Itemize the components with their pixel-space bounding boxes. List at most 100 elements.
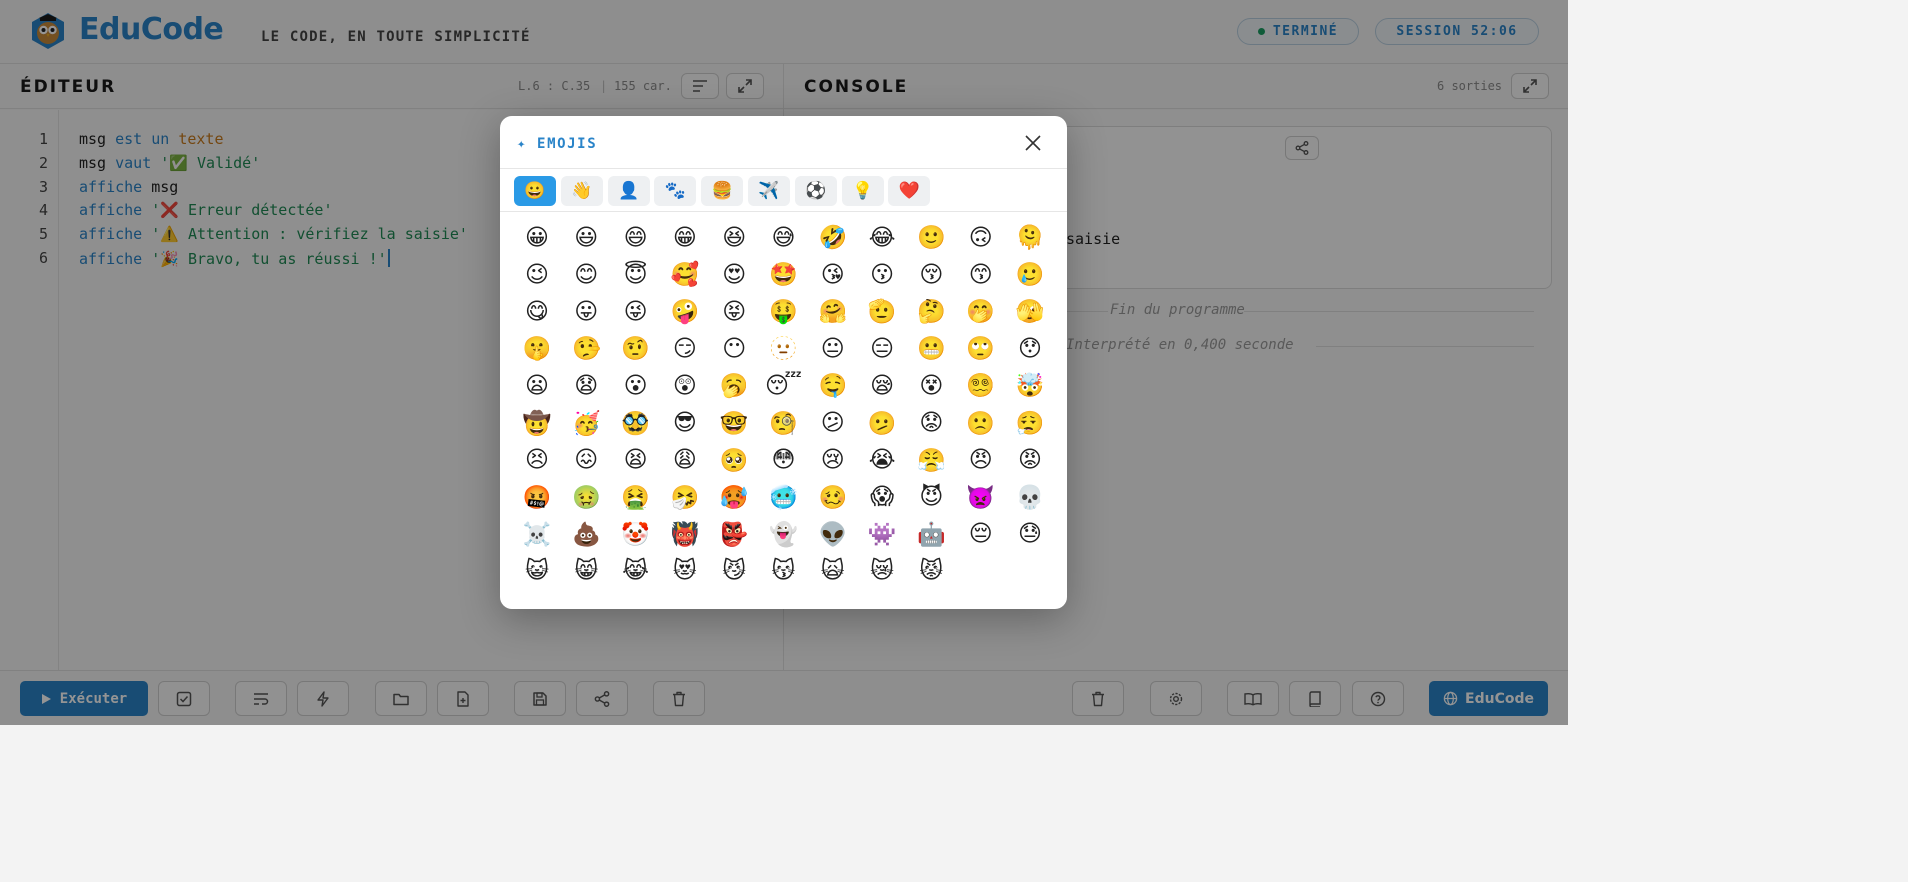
emoji-option[interactable]: 😠 (959, 442, 1003, 479)
emoji-option[interactable]: 😵‍💫 (959, 367, 1003, 404)
emoji-option[interactable]: 🙁 (959, 405, 1003, 442)
emoji-option[interactable]: 🤡 (614, 516, 658, 553)
emoji-option[interactable]: 😤 (909, 442, 953, 479)
emoji-category-tab[interactable]: 😀 (514, 176, 556, 206)
emoji-category-tab[interactable]: 🐾 (654, 176, 697, 206)
emoji-option[interactable]: 🥴 (811, 479, 855, 516)
emoji-option[interactable]: 😶 (712, 330, 756, 367)
emoji-option[interactable]: 😧 (564, 367, 608, 404)
close-icon[interactable] (1022, 132, 1044, 154)
emoji-option[interactable]: 😾 (909, 553, 953, 590)
emoji-option[interactable]: 🙃 (959, 219, 1003, 256)
emoji-option[interactable]: 🧐 (762, 405, 806, 442)
emoji-option[interactable]: 😕 (811, 405, 855, 442)
emoji-option[interactable]: 😅 (762, 219, 806, 256)
emoji-option[interactable]: 🥰 (663, 256, 707, 293)
emoji-category-tab[interactable]: ❤️ (888, 176, 931, 206)
emoji-category-tab[interactable]: 👤 (607, 176, 650, 206)
emoji-option[interactable]: 🤤 (811, 367, 855, 404)
emoji-option[interactable]: 😩 (663, 442, 707, 479)
emoji-option[interactable]: 😺 (515, 553, 559, 590)
emoji-category-tab[interactable]: 👋 (560, 176, 603, 206)
emoji-option[interactable]: 😏 (663, 330, 707, 367)
emoji-option[interactable]: 😃 (564, 219, 608, 256)
emoji-option[interactable]: 🫥 (762, 330, 806, 367)
emoji-option[interactable]: 👽 (811, 516, 855, 553)
emoji-option[interactable]: 🥵 (712, 479, 756, 516)
emoji-option[interactable]: 👿 (959, 479, 1003, 516)
emoji-option[interactable]: 😮 (614, 367, 658, 404)
emoji-option[interactable]: 😭 (860, 442, 904, 479)
emoji-option[interactable]: 😿 (860, 553, 904, 590)
emoji-option[interactable]: 😳 (762, 442, 806, 479)
emoji-option[interactable]: 😀 (515, 219, 559, 256)
emoji-option[interactable]: 😝 (712, 293, 756, 330)
emoji-option[interactable]: 😛 (564, 293, 608, 330)
emoji-option[interactable]: 😘 (811, 256, 855, 293)
emoji-option[interactable]: 👻 (762, 516, 806, 553)
emoji-option[interactable]: 🤧 (663, 479, 707, 516)
emoji-option[interactable]: 🥸 (614, 405, 658, 442)
emoji-option[interactable]: 😄 (614, 219, 658, 256)
emoji-option[interactable]: 😐 (811, 330, 855, 367)
emoji-option[interactable]: 👹 (663, 516, 707, 553)
emoji-category-tab[interactable]: ⚽ (794, 176, 837, 206)
emoji-option[interactable]: 😂 (860, 219, 904, 256)
emoji-option[interactable]: 😫 (614, 442, 658, 479)
emoji-option[interactable]: 🤫 (515, 330, 559, 367)
emoji-option[interactable]: 😪 (860, 367, 904, 404)
emoji-category-tab[interactable]: ✈️ (748, 176, 790, 206)
emoji-option[interactable]: 😴 (762, 367, 806, 404)
emoji-option[interactable]: 🤭 (959, 293, 1003, 330)
emoji-option[interactable]: 😋 (515, 293, 559, 330)
emoji-option[interactable]: 🙀 (811, 553, 855, 590)
emoji-option[interactable]: 🤠 (515, 405, 559, 442)
emoji-option[interactable]: 🥳 (564, 405, 608, 442)
emoji-option[interactable]: 😖 (564, 442, 608, 479)
emoji-option[interactable]: 🤑 (762, 293, 806, 330)
emoji-option[interactable]: 🫣 (1008, 293, 1052, 330)
emoji-option[interactable]: 😡 (1008, 442, 1052, 479)
emoji-option[interactable]: 😁 (663, 219, 707, 256)
emoji-option[interactable]: 😹 (614, 553, 658, 590)
emoji-option[interactable]: 😚 (909, 256, 953, 293)
emoji-option[interactable]: 🤓 (712, 405, 756, 442)
emoji-option[interactable]: 😢 (811, 442, 855, 479)
emoji-option[interactable]: 😵 (909, 367, 953, 404)
emoji-option[interactable]: 😬 (909, 330, 953, 367)
emoji-option[interactable]: 🤩 (762, 256, 806, 293)
emoji-option[interactable]: 🤮 (614, 479, 658, 516)
emoji-category-tab[interactable]: 💡 (841, 176, 884, 206)
emoji-option[interactable]: 😇 (614, 256, 658, 293)
emoji-option[interactable]: 😉 (515, 256, 559, 293)
emoji-option[interactable]: 👾 (860, 516, 904, 553)
emoji-option[interactable]: 😸 (564, 553, 608, 590)
emoji-option[interactable]: 🤥 (564, 330, 608, 367)
emoji-option[interactable]: 🤨 (614, 330, 658, 367)
emoji-option[interactable]: 😟 (909, 405, 953, 442)
emoji-option[interactable]: 🤢 (564, 479, 608, 516)
emoji-option[interactable]: 🫠 (1008, 219, 1052, 256)
emoji-option[interactable]: 😗 (860, 256, 904, 293)
emoji-option[interactable]: 😲 (663, 367, 707, 404)
emoji-option[interactable]: 💀 (1008, 479, 1052, 516)
emoji-option[interactable]: 😙 (959, 256, 1003, 293)
emoji-option[interactable]: 🤯 (1008, 367, 1052, 404)
emoji-option[interactable]: 😈 (909, 479, 953, 516)
emoji-option[interactable]: ☠️ (515, 516, 559, 553)
emoji-option[interactable]: 🫤 (860, 405, 904, 442)
emoji-option[interactable]: 😔 (959, 516, 1003, 553)
emoji-option[interactable]: 🤪 (663, 293, 707, 330)
emoji-option[interactable]: 🥲 (1008, 256, 1052, 293)
emoji-option[interactable]: 🤬 (515, 479, 559, 516)
emoji-option[interactable]: 😻 (663, 553, 707, 590)
emoji-option[interactable]: 🤖 (909, 516, 953, 553)
emoji-option[interactable]: 😼 (712, 553, 756, 590)
emoji-option[interactable]: 😯 (1008, 330, 1052, 367)
emoji-option[interactable]: 🤗 (811, 293, 855, 330)
emoji-option[interactable]: 🥶 (762, 479, 806, 516)
emoji-option[interactable]: 🥱 (712, 367, 756, 404)
emoji-option[interactable]: 😮‍💨 (1008, 405, 1052, 442)
emoji-option[interactable]: 🤔 (909, 293, 953, 330)
emoji-option[interactable]: 😊 (564, 256, 608, 293)
